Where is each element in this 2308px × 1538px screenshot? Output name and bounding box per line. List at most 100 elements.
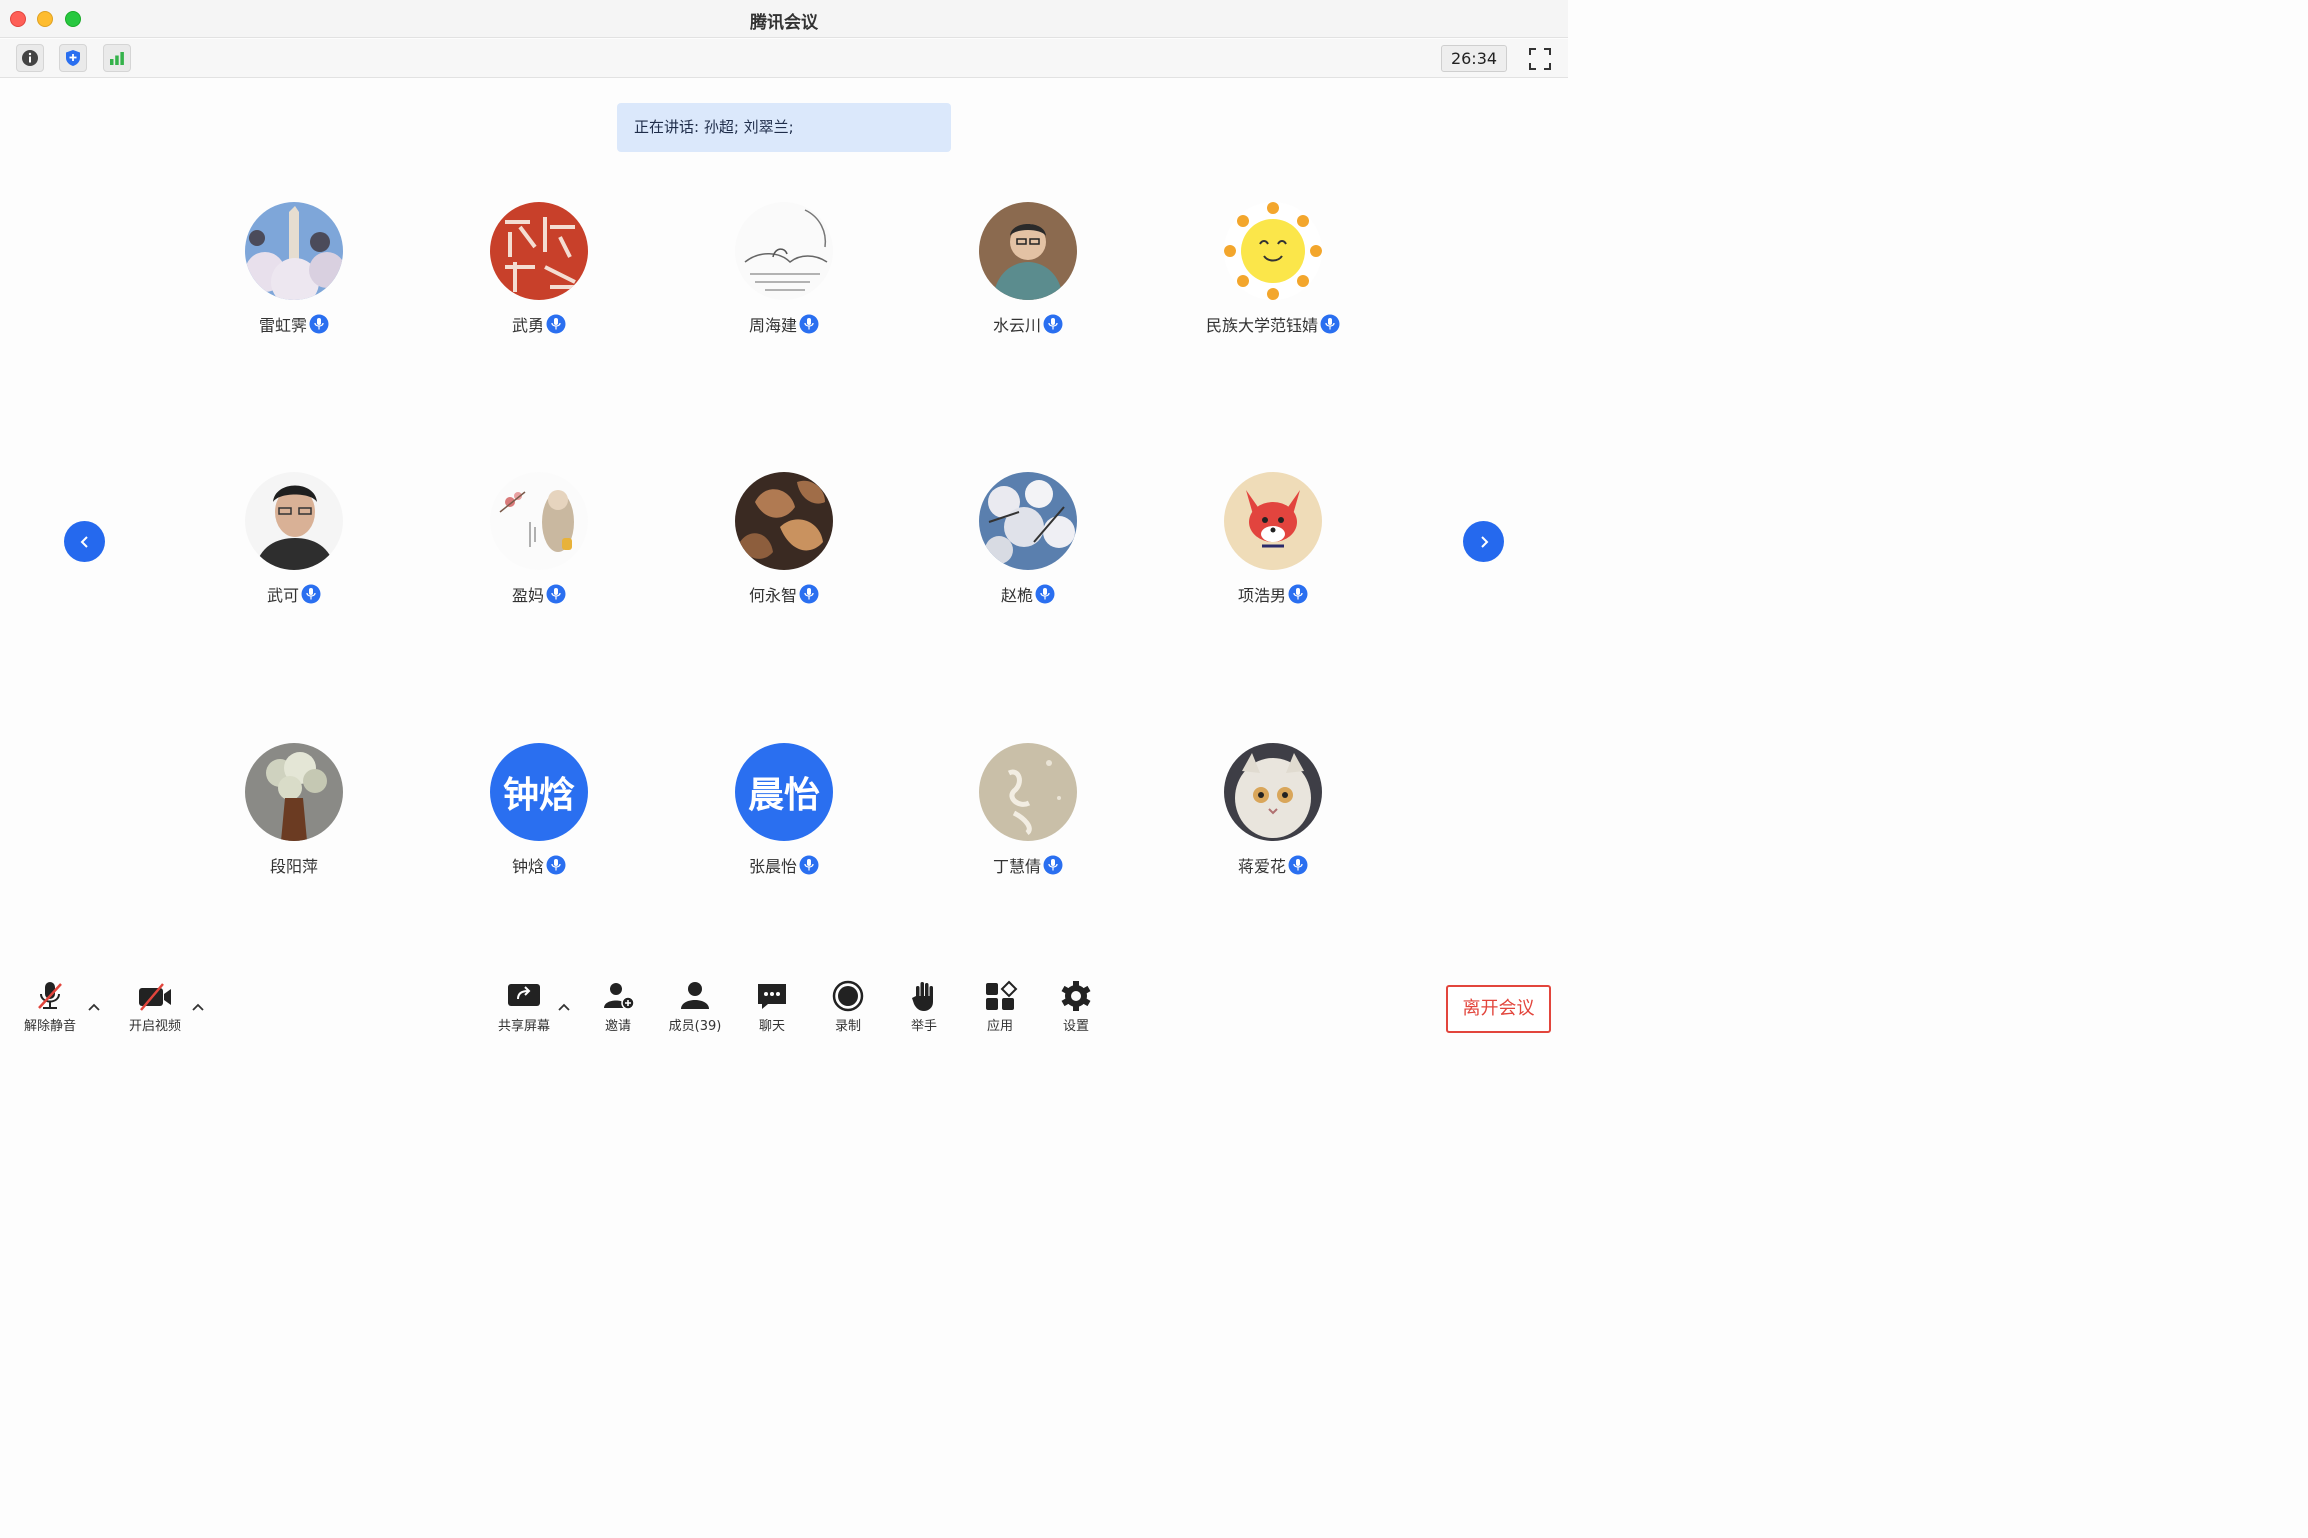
mic-status-icon xyxy=(1035,584,1055,604)
audio-options-chevron-icon[interactable] xyxy=(87,1000,101,1014)
mic-status-icon xyxy=(309,314,329,334)
mic-status-icon xyxy=(546,584,566,604)
unmute-label: 解除静音 xyxy=(23,1019,76,1034)
meeting-info-button[interactable] xyxy=(16,44,44,72)
network-status-button[interactable] xyxy=(103,44,131,72)
share-screen-button[interactable]: 共享屏幕 xyxy=(489,980,559,1036)
mic-status-icon xyxy=(1320,314,1340,334)
participant-tile[interactable]: 武可 xyxy=(194,472,394,612)
participant-tile[interactable]: 钟焓 钟焓 xyxy=(439,743,639,883)
share-screen-icon xyxy=(508,984,540,1006)
avatar: 晨怡 xyxy=(735,743,833,841)
avatar xyxy=(490,472,588,570)
raise-hand-label: 举手 xyxy=(910,1019,937,1034)
avatar xyxy=(245,202,343,300)
share-screen-label: 共享屏幕 xyxy=(497,1019,550,1034)
participant-tile[interactable]: 晨怡 张晨怡 xyxy=(684,743,884,883)
participant-tile[interactable]: 水云川 xyxy=(928,202,1128,342)
unmute-button[interactable]: 解除静音 xyxy=(15,980,85,1036)
participant-name: 蒋爱花 xyxy=(1237,857,1286,876)
settings-button[interactable]: 设置 xyxy=(1041,980,1111,1036)
avatar xyxy=(735,472,833,570)
info-icon xyxy=(22,50,38,66)
participant-name: 武可 xyxy=(266,586,299,605)
share-options-chevron-icon[interactable] xyxy=(557,1000,571,1014)
video-options-chevron-icon[interactable] xyxy=(191,1000,205,1014)
chat-label: 聊天 xyxy=(758,1019,785,1034)
chat-button[interactable]: 聊天 xyxy=(737,980,807,1036)
participant-tile[interactable]: 段阳萍 xyxy=(194,743,394,883)
mic-status-icon xyxy=(799,855,819,875)
members-icon xyxy=(681,982,709,1009)
meeting-controls-bar: 解除静音 开启视频 共享屏幕 邀请 成员(39) 聊天 录制 举手 应用 设置 … xyxy=(0,970,1568,1045)
participant-tile[interactable]: 民族大学范钰婧 xyxy=(1173,202,1373,342)
fullscreen-icon[interactable] xyxy=(1527,46,1553,72)
avatar xyxy=(245,472,343,570)
shield-icon xyxy=(66,50,80,66)
participant-name: 段阳萍 xyxy=(269,857,318,876)
participant-tile[interactable]: 项浩男 xyxy=(1173,472,1373,612)
participant-name: 雷虹霁 xyxy=(258,316,307,335)
apps-grid-icon xyxy=(986,980,1018,1010)
record-icon xyxy=(832,980,864,1012)
participant-tile[interactable]: 丁慧倩 xyxy=(928,743,1128,883)
avatar xyxy=(1224,202,1322,300)
avatar xyxy=(979,472,1077,570)
invite-button[interactable]: 邀请 xyxy=(583,980,653,1036)
avatar xyxy=(979,202,1077,300)
window-title: 腾讯会议 xyxy=(750,13,818,33)
apps-label: 应用 xyxy=(986,1019,1013,1034)
avatar xyxy=(735,202,833,300)
participant-name: 周海建 xyxy=(748,316,797,335)
avatar xyxy=(245,743,343,841)
record-button[interactable]: 录制 xyxy=(813,980,883,1036)
participant-name: 张晨怡 xyxy=(748,857,797,876)
title-bar: 腾讯会议 xyxy=(0,0,1568,38)
participant-tile[interactable]: 盈妈 xyxy=(439,472,639,612)
next-page-button[interactable] xyxy=(1463,521,1504,562)
mic-status-icon xyxy=(1043,855,1063,875)
security-button[interactable] xyxy=(59,44,87,72)
meeting-window: 腾讯会议 26:34 正在讲话: 孙超; 刘翠兰; 雷虹霁 武勇 周海建 水云川… xyxy=(0,0,1568,1045)
mic-status-icon xyxy=(546,855,566,875)
avatar xyxy=(1224,472,1322,570)
participant-tile[interactable]: 武勇 xyxy=(439,202,639,342)
members-button[interactable]: 成员(39) xyxy=(660,980,730,1036)
mic-muted-icon xyxy=(38,982,62,1009)
signal-bars-icon xyxy=(110,52,124,65)
avatar xyxy=(979,743,1077,841)
settings-label: 设置 xyxy=(1062,1019,1089,1034)
participant-tile[interactable]: 雷虹霁 xyxy=(194,202,394,342)
mic-status-icon xyxy=(1288,855,1308,875)
raise-hand-button[interactable]: 举手 xyxy=(889,980,959,1036)
start-video-label: 开启视频 xyxy=(128,1019,181,1034)
leave-meeting-button[interactable]: 离开会议 xyxy=(1446,985,1551,1033)
invite-label: 邀请 xyxy=(604,1019,631,1034)
chevron-right-icon xyxy=(1480,535,1488,548)
chevron-left-icon xyxy=(80,535,88,548)
participant-name: 赵桅 xyxy=(1000,586,1033,605)
participant-name: 丁慧倩 xyxy=(992,857,1041,876)
apps-button[interactable]: 应用 xyxy=(965,980,1035,1036)
mic-status-icon xyxy=(799,584,819,604)
meeting-toolbar: 26:34 xyxy=(0,39,1568,78)
avatar: 钟焓 xyxy=(490,743,588,841)
participant-tile[interactable]: 何永智 xyxy=(684,472,884,612)
mic-status-icon xyxy=(546,314,566,334)
speaking-indicator: 正在讲话: 孙超; 刘翠兰; xyxy=(617,103,951,152)
previous-page-button[interactable] xyxy=(64,521,105,562)
meeting-timer: 26:34 xyxy=(1441,45,1507,72)
mic-status-icon xyxy=(1288,584,1308,604)
participant-tile[interactable]: 赵桅 xyxy=(928,472,1128,612)
participant-tile[interactable]: 蒋爱花 xyxy=(1173,743,1373,883)
participant-name: 民族大学范钰婧 xyxy=(1205,316,1318,335)
video-off-icon xyxy=(139,983,171,1011)
participant-name: 项浩男 xyxy=(1237,586,1286,605)
start-video-button[interactable]: 开启视频 xyxy=(120,980,190,1036)
participant-tile[interactable]: 周海建 xyxy=(684,202,884,342)
mic-status-icon xyxy=(799,314,819,334)
participant-name: 武勇 xyxy=(511,316,544,335)
avatar xyxy=(1224,743,1322,841)
participant-name: 钟焓 xyxy=(511,857,544,876)
add-user-icon xyxy=(604,983,635,1010)
